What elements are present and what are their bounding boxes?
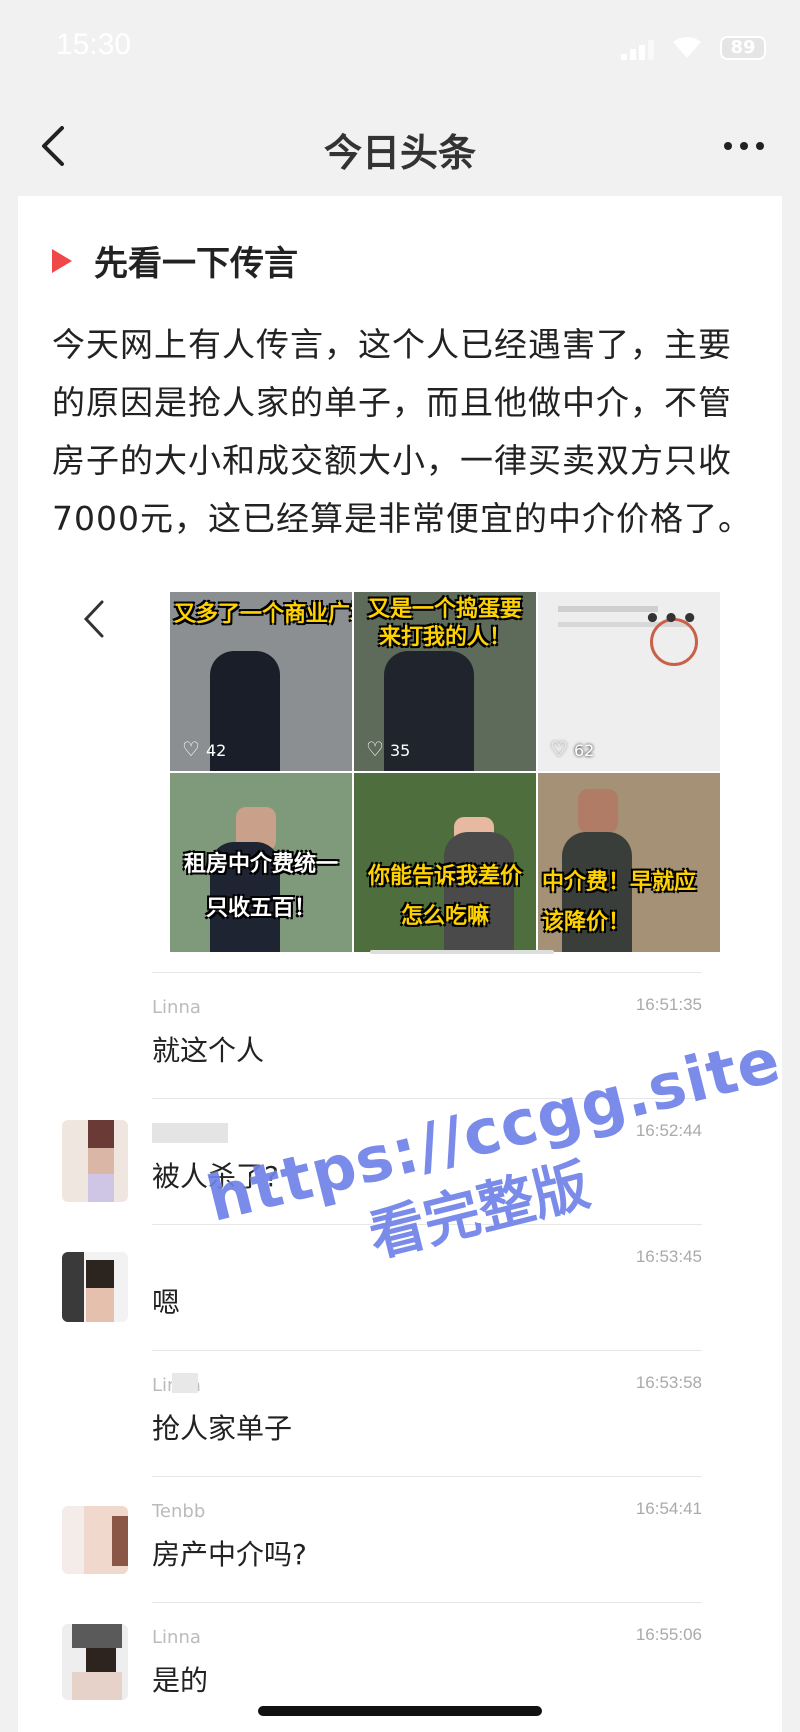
message-time: 16:54:41	[635, 1499, 702, 1518]
like-count: 42	[182, 737, 226, 761]
message-text: 嗯	[152, 1286, 181, 1319]
nav-bar: 今日头条	[0, 100, 800, 192]
home-indicator[interactable]	[258, 1706, 542, 1716]
image-caption: 又多了一个商业广场哦	[174, 602, 352, 627]
avatar[interactable]	[62, 1120, 128, 1202]
status-time: 15:30	[56, 28, 132, 61]
image-caption: 租房中介费统一只收五百！	[183, 852, 338, 921]
battery-icon: 89	[720, 36, 766, 60]
avatar[interactable]	[62, 1624, 128, 1700]
avatar[interactable]	[62, 1252, 128, 1322]
chat-message: Linna 16:53:58 抢人家单子	[152, 1350, 702, 1477]
sender-name: Tenbb	[152, 1501, 206, 1522]
message-text: 是的	[152, 1664, 209, 1697]
wifi-icon	[673, 36, 701, 58]
more-icon[interactable]	[722, 126, 766, 166]
message-time: 16:53:45	[635, 1247, 702, 1266]
section-title: 先看一下传言	[52, 236, 298, 285]
status-bar: 15:30 89	[0, 0, 800, 100]
message-text: 房产中介吗?	[152, 1538, 307, 1571]
message-text: 就这个人	[152, 1034, 265, 1067]
chevron-left-icon[interactable]	[76, 596, 112, 642]
battery-level: 89	[730, 37, 756, 58]
sender-name: Linna	[152, 1627, 201, 1648]
like-count: 62	[550, 737, 594, 761]
grid-image[interactable]: 又多了一个商业广场哦 42	[170, 592, 352, 771]
signal-icon	[621, 40, 655, 60]
article-paragraph: 今天网上有人传言，这个人已经遇害了，主要的原因是抢人家的单子，而且他做中介，不管…	[52, 325, 752, 538]
message-time: 16:51:35	[635, 995, 702, 1014]
message-text: 被人杀了?	[152, 1160, 279, 1193]
image-caption: 你能告诉我差价怎么吃嘛	[367, 864, 522, 929]
message-time: 16:53:58	[635, 1373, 702, 1392]
red-triangle-icon	[52, 249, 72, 273]
avatar[interactable]	[62, 1506, 128, 1574]
carousel-scrollbar[interactable]	[370, 950, 554, 954]
chat-message: 16:52:44 被人杀了?	[152, 1098, 702, 1225]
image-caption: 又是一个捣蛋要来打我的人！	[367, 597, 522, 650]
more-dots-icon[interactable]: •••	[644, 604, 700, 634]
page-title: 今日头条	[323, 131, 476, 175]
message-text: 抢人家单子	[152, 1412, 293, 1445]
sender-name: Linna	[152, 997, 201, 1018]
image-caption: 中介费！早就应该降价！	[542, 870, 697, 935]
grid-image[interactable]: 又是一个捣蛋要来打我的人！ 35	[354, 592, 536, 771]
chat-message: Linna 16:51:35 就这个人	[152, 972, 702, 1099]
message-time: 16:52:44	[635, 1121, 702, 1140]
grid-image[interactable]: 租房中介费统一只收五百！	[170, 773, 352, 952]
image-grid[interactable]: 又多了一个商业广场哦 42 又是一个捣蛋要来打我的人！ 35 ••• 62 租房…	[170, 592, 720, 952]
chat-message: 16:53:45 嗯	[152, 1224, 702, 1351]
grid-image[interactable]: ••• 62	[538, 592, 720, 771]
section-title-text: 先看一下传言	[94, 244, 298, 284]
message-time: 16:55:06	[635, 1625, 702, 1644]
grid-image[interactable]: 中介费！早就应该降价！	[538, 773, 720, 952]
like-count: 35	[366, 737, 410, 761]
chat-message: Tenbb 16:54:41 房产中介吗?	[152, 1476, 702, 1603]
grid-image[interactable]: 你能告诉我差价怎么吃嘛	[354, 773, 536, 952]
